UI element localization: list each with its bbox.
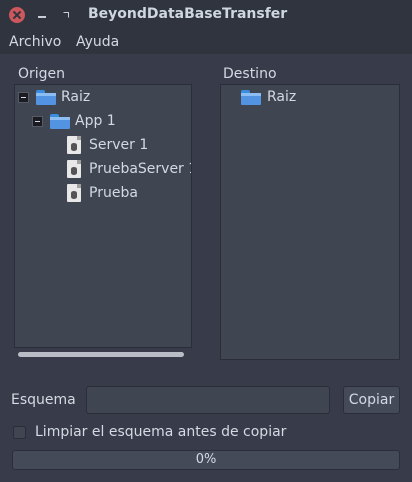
tree-node-server[interactable]: Prueba	[15, 183, 191, 205]
destination-tree[interactable]: Raiz	[220, 84, 400, 360]
menu-bar: Archivo Ayuda	[0, 30, 412, 54]
tree-node-raiz[interactable]: Raiz	[15, 87, 191, 109]
menu-ayuda[interactable]: Ayuda	[76, 34, 119, 50]
collapse-icon[interactable]	[18, 92, 29, 103]
tree-node-label: App 1	[75, 113, 116, 129]
tree-node-label: Raiz	[267, 89, 297, 105]
database-file-icon	[67, 184, 81, 202]
copy-button[interactable]: Copiar	[343, 386, 400, 414]
minimize-window-button[interactable]	[34, 7, 50, 23]
title-bar[interactable]: BeyondDataBaseTransfer	[0, 0, 412, 30]
horizontal-scrollbar[interactable]	[14, 348, 192, 360]
schema-input[interactable]	[86, 386, 330, 414]
close-window-button[interactable]	[9, 7, 25, 23]
app-window: BeyondDataBaseTransfer Archivo Ayuda Ori…	[0, 0, 412, 482]
scrollbar-thumb[interactable]	[18, 352, 184, 357]
collapse-icon[interactable]	[32, 116, 43, 127]
database-file-icon	[67, 136, 81, 154]
tree-node-label: Raiz	[61, 89, 91, 105]
folder-icon	[50, 114, 70, 129]
tree-node-server[interactable]: Server 1	[15, 135, 191, 157]
tree-node-raiz[interactable]: Raiz	[221, 87, 399, 109]
tree-node-label: Server 1	[89, 137, 149, 153]
clear-schema-checkbox[interactable]	[13, 426, 26, 439]
progress-bar: 0%	[12, 450, 400, 470]
destination-label: Destino	[223, 66, 277, 82]
window-title: BeyondDataBaseTransfer	[88, 6, 288, 22]
folder-icon	[241, 90, 261, 105]
maximize-window-button[interactable]	[58, 7, 74, 23]
tree-node-label: PruebaServer 1	[89, 161, 191, 177]
source-tree[interactable]: Raiz App 1 Server 1 PruebaServer 1 Prueb…	[14, 84, 192, 348]
tree-node-server[interactable]: PruebaServer 1	[15, 159, 191, 181]
folder-icon	[36, 90, 56, 105]
menu-archivo[interactable]: Archivo	[9, 34, 61, 50]
schema-label: Esquema	[11, 392, 76, 408]
database-file-icon	[67, 160, 81, 178]
tree-node-label: Prueba	[89, 185, 138, 201]
source-label: Origen	[18, 66, 66, 82]
tree-node-app[interactable]: App 1	[15, 111, 191, 133]
clear-schema-label[interactable]: Limpiar el esquema antes de copiar	[35, 424, 286, 440]
progress-text: 0%	[195, 452, 217, 467]
